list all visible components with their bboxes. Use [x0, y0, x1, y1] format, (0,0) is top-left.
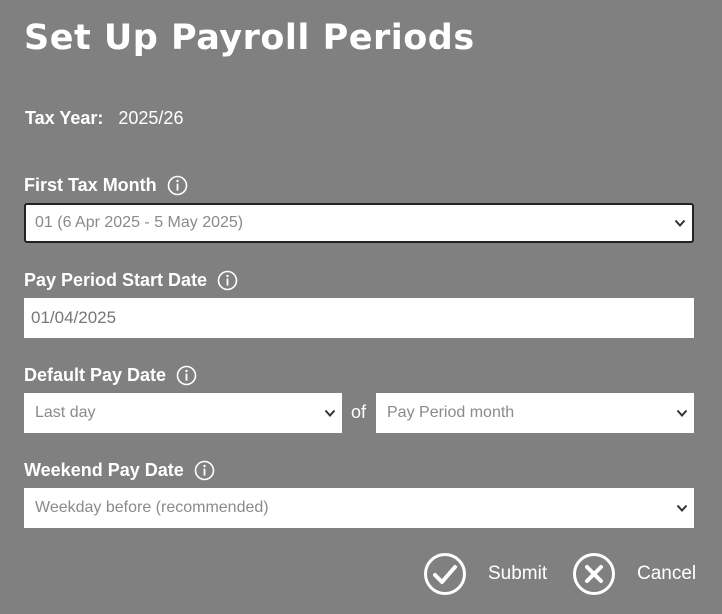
default-pay-month-select[interactable]: Pay Period month	[376, 393, 694, 433]
info-icon[interactable]	[176, 365, 197, 386]
tax-year-value: 2025/26	[118, 108, 184, 128]
cancel-button[interactable]: Cancel	[573, 553, 696, 595]
first-tax-month-value: 01 (6 Apr 2025 - 5 May 2025)	[35, 214, 244, 231]
chevron-down-icon	[676, 408, 688, 418]
weekend-pay-date-label-row: Weekend Pay Date	[24, 460, 215, 481]
first-tax-month-label-row: First Tax Month	[24, 175, 188, 196]
weekend-pay-date-value: Weekday before (recommended)	[35, 499, 269, 516]
default-pay-day-value: Last day	[35, 404, 96, 421]
info-icon[interactable]	[167, 175, 188, 196]
default-pay-day-select[interactable]: Last day	[24, 393, 342, 433]
default-pay-date-label: Default Pay Date	[24, 365, 167, 385]
chevron-down-icon	[676, 503, 688, 513]
check-circle-icon	[424, 553, 466, 595]
weekend-pay-date-select[interactable]: Weekday before (recommended)	[24, 488, 694, 528]
default-pay-month-value: Pay Period month	[387, 404, 515, 421]
tax-year-label: Tax Year:	[25, 108, 104, 128]
chevron-down-icon	[324, 408, 336, 418]
info-icon[interactable]	[194, 460, 215, 481]
first-tax-month-select[interactable]: 01 (6 Apr 2025 - 5 May 2025)	[24, 203, 694, 243]
cancel-label: Cancel	[637, 563, 697, 584]
pay-period-start-value: 01/04/2025	[31, 308, 117, 327]
weekend-pay-date-label: Weekend Pay Date	[24, 460, 184, 480]
of-label: of	[351, 402, 367, 422]
tax-year-row: Tax Year: 2025/26	[25, 108, 183, 129]
close-circle-icon	[573, 553, 615, 595]
submit-button[interactable]: Submit	[424, 553, 547, 595]
first-tax-month-label: First Tax Month	[24, 175, 157, 195]
info-icon[interactable]	[217, 270, 238, 291]
pay-period-start-label-row: Pay Period Start Date	[24, 270, 238, 291]
page-title: Set Up Payroll Periods	[24, 18, 475, 58]
pay-period-start-input[interactable]: 01/04/2025	[24, 298, 694, 338]
pay-period-start-label: Pay Period Start Date	[24, 270, 208, 290]
default-pay-date-label-row: Default Pay Date	[24, 365, 197, 386]
submit-label: Submit	[488, 563, 548, 584]
chevron-down-icon	[674, 218, 686, 228]
